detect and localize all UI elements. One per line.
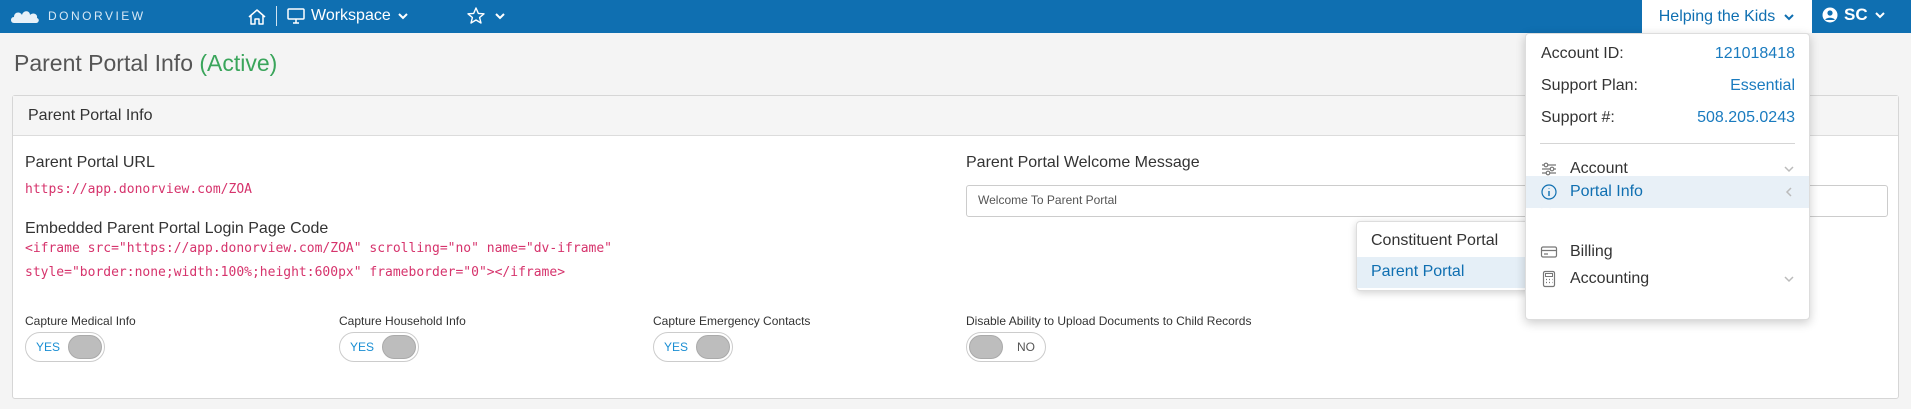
support-plan-label: Support Plan:: [1541, 77, 1638, 94]
toggle-state: YES: [350, 340, 375, 354]
menu-item-label: Portal Info: [1570, 183, 1643, 200]
capture-household-toggle[interactable]: YES: [339, 332, 419, 362]
calculator-icon: [1542, 270, 1556, 288]
organization-label: Helping the Kids: [1658, 7, 1776, 25]
disable-upload-toggle[interactable]: NO: [966, 332, 1046, 362]
toggle-knob: [382, 335, 416, 359]
welcome-message-label: Parent Portal Welcome Message: [966, 154, 1200, 171]
chevron-down-icon: [398, 13, 408, 20]
portal-url-value[interactable]: https://app.donorview.com/ZOA: [25, 178, 252, 202]
capture-household-label: Capture Household Info: [339, 314, 466, 328]
user-menu[interactable]: SC: [1822, 5, 1886, 25]
portal-submenu: Constituent Portal Parent Portal: [1356, 221, 1530, 291]
account-dropdown: Account ID: 121018418 Support Plan: Esse…: [1525, 33, 1810, 320]
support-plan-value[interactable]: Essential: [1730, 77, 1795, 95]
organization-menu[interactable]: Helping the Kids: [1642, 0, 1812, 33]
info-icon: [1541, 184, 1557, 200]
top-navbar: DONORVIEW Workspace Helping the Kids SC: [0, 0, 1911, 33]
logo-text: DONORVIEW: [48, 9, 146, 23]
page-title: Parent Portal Info (Active): [14, 50, 277, 77]
menu-item-label: Accounting: [1570, 270, 1650, 287]
chevron-down-icon: [1784, 276, 1794, 283]
user-initials: SC: [1844, 5, 1868, 24]
toggle-state: YES: [664, 340, 689, 354]
workspace-menu[interactable]: Workspace: [287, 5, 409, 27]
user-circle-icon: [1822, 7, 1838, 23]
embed-code-line-1[interactable]: <iframe src="https://app.donorview.com/Z…: [25, 237, 612, 261]
page-title-text: Parent Portal Info: [14, 50, 193, 76]
capture-medical-toggle[interactable]: YES: [25, 332, 105, 362]
status-badge: (Active): [199, 50, 278, 76]
credit-card-icon: [1540, 246, 1558, 258]
account-id-row: Account ID: 121018418: [1541, 45, 1795, 63]
chevron-down-icon: [1784, 13, 1794, 20]
capture-emergency-label: Capture Emergency Contacts: [653, 314, 811, 328]
nav-divider: [276, 6, 277, 26]
star-icon: [467, 7, 485, 24]
chevron-left-icon: [1785, 187, 1792, 197]
submenu-item-constituent-portal[interactable]: Constituent Portal: [1357, 226, 1529, 257]
support-plan-row: Support Plan: Essential: [1541, 77, 1795, 95]
embed-code-label: Embedded Parent Portal Login Page Code: [25, 220, 329, 237]
logo-icon: [11, 11, 39, 23]
support-number-row: Support #: 508.205.0243: [1541, 109, 1795, 127]
chevron-down-icon: [1784, 166, 1794, 173]
toggle-knob: [969, 335, 1003, 359]
submenu-item-parent-portal[interactable]: Parent Portal: [1357, 257, 1529, 288]
account-id-value: 121018418: [1714, 45, 1795, 62]
favorites-menu[interactable]: [466, 6, 506, 26]
menu-divider: [1540, 143, 1795, 144]
toggle-state: NO: [1017, 340, 1035, 354]
support-number-value[interactable]: 508.205.0243: [1697, 109, 1795, 127]
capture-emergency-toggle[interactable]: YES: [653, 332, 733, 362]
embed-code-line-2[interactable]: style="border:none;width:100%;height:600…: [25, 261, 565, 285]
home-icon[interactable]: [247, 7, 267, 27]
toggle-state: YES: [36, 340, 61, 354]
monitor-icon: [287, 8, 305, 24]
menu-item-portal-info[interactable]: Portal Info: [1526, 176, 1809, 208]
disable-upload-label: Disable Ability to Upload Documents to C…: [966, 314, 1252, 328]
support-number-label: Support #:: [1541, 109, 1615, 126]
workspace-label: Workspace: [311, 7, 391, 24]
portal-url-label: Parent Portal URL: [25, 154, 155, 171]
account-id-label: Account ID:: [1541, 45, 1624, 62]
toggle-knob: [696, 335, 730, 359]
toggle-knob: [68, 335, 102, 359]
menu-item-label: Billing: [1570, 243, 1613, 260]
chevron-down-icon: [1874, 12, 1885, 19]
menu-item-accounting[interactable]: Accounting: [1526, 263, 1809, 295]
donorview-logo[interactable]: DONORVIEW: [10, 7, 146, 25]
chevron-down-icon: [495, 13, 505, 20]
capture-medical-label: Capture Medical Info: [25, 314, 136, 328]
